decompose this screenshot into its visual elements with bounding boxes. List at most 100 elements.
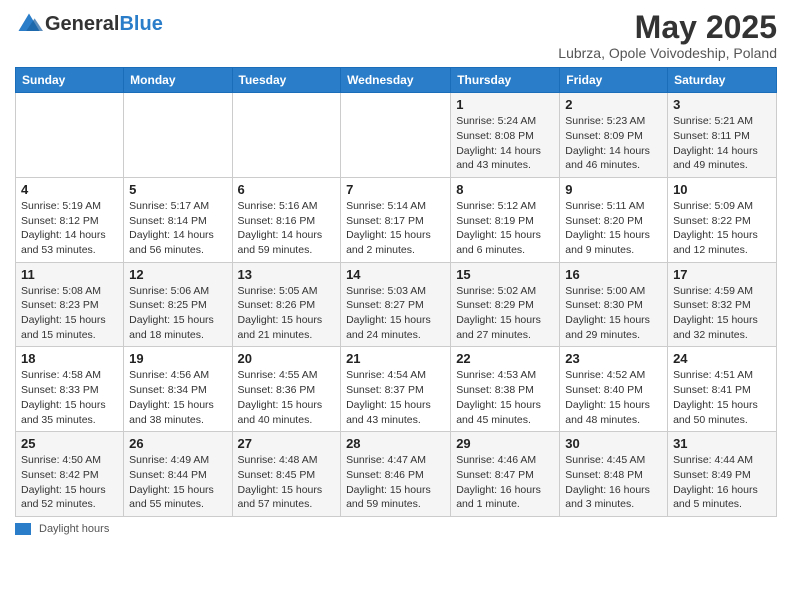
table-row: 12 Sunrise: 5:06 AMSunset: 8:25 PMDayligh… — [124, 262, 232, 347]
table-row: 3 Sunrise: 5:21 AMSunset: 8:11 PMDaylight… — [668, 93, 777, 178]
day-info: Sunrise: 4:51 AMSunset: 8:41 PMDaylight:… — [673, 368, 771, 427]
day-info: Sunrise: 5:09 AMSunset: 8:22 PMDaylight:… — [673, 199, 771, 258]
day-number: 1 — [456, 97, 554, 112]
day-info: Sunrise: 5:23 AMSunset: 8:09 PMDaylight:… — [565, 114, 662, 173]
table-row: 10Sunrise: 5:09 AMSunset: 8:22 PMDayligh… — [668, 177, 777, 262]
col-sunday: Sunday — [16, 68, 124, 93]
day-number: 4 — [21, 182, 118, 197]
table-row: 6 Sunrise: 5:16 AMSunset: 8:16 PMDaylight… — [232, 177, 341, 262]
col-saturday: Saturday — [668, 68, 777, 93]
table-row — [124, 93, 232, 178]
table-row: 14 Sunrise: 5:03 AMSunset: 8:27 PMDayligh… — [341, 262, 451, 347]
day-number: 13 — [238, 267, 336, 282]
day-number: 31 — [673, 436, 771, 451]
table-row: 30 Sunrise: 4:45 AMSunset: 8:48 PMDayligh… — [560, 432, 668, 517]
table-row: 17 Sunrise: 4:59 AMSunset: 8:32 PMDayligh… — [668, 262, 777, 347]
table-row: 13 Sunrise: 5:05 AMSunset: 8:26 PMDayligh… — [232, 262, 341, 347]
day-info: Sunrise: 4:52 AMSunset: 8:40 PMDaylight:… — [565, 368, 662, 427]
day-info: Sunrise: 5:21 AMSunset: 8:11 PMDaylight:… — [673, 114, 771, 173]
header: GeneralBlue May 2025 Lubrza, Opole Voivo… — [15, 10, 777, 61]
day-info: Sunrise: 5:02 AMSunset: 8:29 PMDaylight:… — [456, 284, 554, 343]
calendar-header-row: Sunday Monday Tuesday Wednesday Thursday… — [16, 68, 777, 93]
subtitle: Lubrza, Opole Voivodeship, Poland — [558, 45, 777, 61]
day-info: Sunrise: 5:00 AMSunset: 8:30 PMDaylight:… — [565, 284, 662, 343]
table-row: 27 Sunrise: 4:48 AMSunset: 8:45 PMDayligh… — [232, 432, 341, 517]
day-info: Sunrise: 5:11 AMSunset: 8:20 PMDaylight:… — [565, 199, 662, 258]
table-row: 5 Sunrise: 5:17 AMSunset: 8:14 PMDaylight… — [124, 177, 232, 262]
footer: Daylight hours — [15, 523, 777, 535]
day-number: 14 — [346, 267, 445, 282]
day-info: Sunrise: 5:06 AMSunset: 8:25 PMDaylight:… — [129, 284, 226, 343]
day-number: 5 — [129, 182, 226, 197]
day-number: 7 — [346, 182, 445, 197]
day-number: 21 — [346, 351, 445, 366]
day-info: Sunrise: 4:49 AMSunset: 8:44 PMDaylight:… — [129, 453, 226, 512]
day-info: Sunrise: 5:05 AMSunset: 8:26 PMDaylight:… — [238, 284, 336, 343]
table-row: 25 Sunrise: 4:50 AMSunset: 8:42 PMDayligh… — [16, 432, 124, 517]
day-info: Sunrise: 4:55 AMSunset: 8:36 PMDaylight:… — [238, 368, 336, 427]
table-row: 9 Sunrise: 5:11 AMSunset: 8:20 PMDaylight… — [560, 177, 668, 262]
day-info: Sunrise: 4:46 AMSunset: 8:47 PMDaylight:… — [456, 453, 554, 512]
day-number: 18 — [21, 351, 118, 366]
table-row: 8Sunrise: 5:12 AMSunset: 8:19 PMDaylight… — [451, 177, 560, 262]
table-row: 16 Sunrise: 5:00 AMSunset: 8:30 PMDayligh… — [560, 262, 668, 347]
day-number: 30 — [565, 436, 662, 451]
day-info: Sunrise: 5:14 AMSunset: 8:17 PMDaylight:… — [346, 199, 445, 258]
table-row: 23 Sunrise: 4:52 AMSunset: 8:40 PMDayligh… — [560, 347, 668, 432]
calendar-table: Sunday Monday Tuesday Wednesday Thursday… — [15, 67, 777, 517]
day-number: 17 — [673, 267, 771, 282]
day-info: Sunrise: 4:56 AMSunset: 8:34 PMDaylight:… — [129, 368, 226, 427]
day-info: Sunrise: 5:03 AMSunset: 8:27 PMDaylight:… — [346, 284, 445, 343]
logo-icon — [15, 10, 43, 38]
day-number: 15 — [456, 267, 554, 282]
table-row: 28Sunrise: 4:47 AMSunset: 8:46 PMDayligh… — [341, 432, 451, 517]
day-info: Sunrise: 4:45 AMSunset: 8:48 PMDaylight:… — [565, 453, 662, 512]
table-row — [232, 93, 341, 178]
day-number: 8 — [456, 182, 554, 197]
day-info: Sunrise: 4:53 AMSunset: 8:38 PMDaylight:… — [456, 368, 554, 427]
day-number: 16 — [565, 267, 662, 282]
day-info: Sunrise: 4:48 AMSunset: 8:45 PMDaylight:… — [238, 453, 336, 512]
table-row: 4 Sunrise: 5:19 AMSunset: 8:12 PMDaylight… — [16, 177, 124, 262]
day-number: 11 — [21, 267, 118, 282]
day-number: 24 — [673, 351, 771, 366]
table-row: 18Sunrise: 4:58 AMSunset: 8:33 PMDayligh… — [16, 347, 124, 432]
calendar-week-row: 25 Sunrise: 4:50 AMSunset: 8:42 PMDayligh… — [16, 432, 777, 517]
table-row: 2Sunrise: 5:23 AMSunset: 8:09 PMDaylight… — [560, 93, 668, 178]
day-info: Sunrise: 5:24 AMSunset: 8:08 PMDaylight:… — [456, 114, 554, 173]
day-number: 3 — [673, 97, 771, 112]
table-row: 21 Sunrise: 4:54 AMSunset: 8:37 PMDayligh… — [341, 347, 451, 432]
calendar-week-row: 4 Sunrise: 5:19 AMSunset: 8:12 PMDaylight… — [16, 177, 777, 262]
day-number: 25 — [21, 436, 118, 451]
day-number: 22 — [456, 351, 554, 366]
table-row: 26Sunrise: 4:49 AMSunset: 8:44 PMDayligh… — [124, 432, 232, 517]
day-info: Sunrise: 4:59 AMSunset: 8:32 PMDaylight:… — [673, 284, 771, 343]
table-row: 24 Sunrise: 4:51 AMSunset: 8:41 PMDayligh… — [668, 347, 777, 432]
day-number: 27 — [238, 436, 336, 451]
calendar-week-row: 11Sunrise: 5:08 AMSunset: 8:23 PMDayligh… — [16, 262, 777, 347]
day-number: 6 — [238, 182, 336, 197]
logo-general: General — [45, 13, 119, 36]
table-row: 11Sunrise: 5:08 AMSunset: 8:23 PMDayligh… — [16, 262, 124, 347]
calendar-week-row: 18Sunrise: 4:58 AMSunset: 8:33 PMDayligh… — [16, 347, 777, 432]
table-row: 1 Sunrise: 5:24 AMSunset: 8:08 PMDaylight… — [451, 93, 560, 178]
day-info: Sunrise: 4:47 AMSunset: 8:46 PMDaylight:… — [346, 453, 445, 512]
day-info: Sunrise: 4:50 AMSunset: 8:42 PMDaylight:… — [21, 453, 118, 512]
table-row: 22 Sunrise: 4:53 AMSunset: 8:38 PMDayligh… — [451, 347, 560, 432]
day-number: 12 — [129, 267, 226, 282]
col-wednesday: Wednesday — [341, 68, 451, 93]
day-info: Sunrise: 5:17 AMSunset: 8:14 PMDaylight:… — [129, 199, 226, 258]
day-info: Sunrise: 4:54 AMSunset: 8:37 PMDaylight:… — [346, 368, 445, 427]
table-row: 20Sunrise: 4:55 AMSunset: 8:36 PMDayligh… — [232, 347, 341, 432]
calendar-week-row: 1 Sunrise: 5:24 AMSunset: 8:08 PMDaylight… — [16, 93, 777, 178]
day-number: 19 — [129, 351, 226, 366]
day-info: Sunrise: 5:19 AMSunset: 8:12 PMDaylight:… — [21, 199, 118, 258]
col-thursday: Thursday — [451, 68, 560, 93]
page: GeneralBlue May 2025 Lubrza, Opole Voivo… — [0, 0, 792, 612]
footer-label: Daylight hours — [39, 523, 109, 535]
day-info: Sunrise: 4:44 AMSunset: 8:49 PMDaylight:… — [673, 453, 771, 512]
daylight-color-box — [15, 523, 31, 535]
day-info: Sunrise: 5:16 AMSunset: 8:16 PMDaylight:… — [238, 199, 336, 258]
day-number: 23 — [565, 351, 662, 366]
day-number: 9 — [565, 182, 662, 197]
